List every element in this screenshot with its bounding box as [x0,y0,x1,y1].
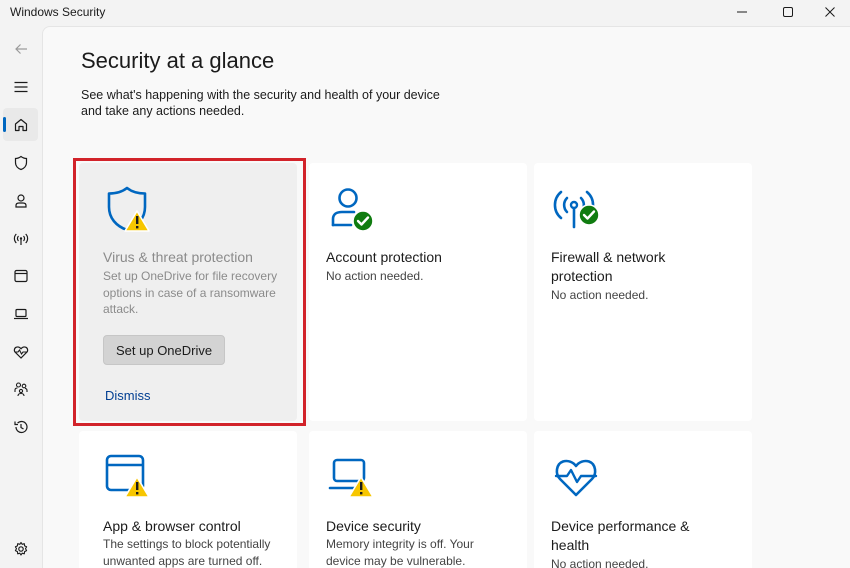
set-up-onedrive-button[interactable]: Set up OneDrive [103,335,226,365]
tile-firewall-network-protection[interactable]: Firewall & network protection No action … [534,163,752,421]
laptop-icon [13,308,28,319]
tile-title: Device security [326,518,421,534]
tile-description: No action needed. [551,288,649,302]
tile-description: No action needed. [551,557,649,568]
back-button[interactable] [3,32,38,65]
nav-account-protection[interactable] [3,184,38,217]
main-content: Security at a glance See what's happenin… [42,26,850,568]
nav-virus-threat-protection[interactable] [3,146,38,179]
minimize-icon [737,11,747,13]
family-icon [13,381,28,396]
browser-warning-icon [105,454,150,498]
navigation-rail [0,26,40,568]
tile-title: Firewall & network protection [551,249,666,284]
minimize-button[interactable] [720,0,764,24]
tile-description: The settings to block potentially unwant… [103,537,271,568]
shield-warning-icon [107,186,150,232]
tile-virus-threat-protection[interactable]: Virus & threat protection Set up OneDriv… [79,163,297,421]
page-description: See what's happening with the security a… [81,88,440,118]
nav-firewall-network[interactable] [3,222,38,255]
tile-device-security[interactable]: Device security Memory integrity is off.… [309,431,527,568]
dismiss-link[interactable]: Dismiss [105,388,151,403]
close-icon [825,7,835,17]
heart-pulse-icon [13,345,28,359]
close-button[interactable] [808,0,850,24]
maximize-icon [783,7,793,17]
gear-icon [14,541,27,556]
maximize-button[interactable] [766,0,810,24]
hamburger-icon [14,81,27,92]
wireless-signal-icon [13,233,28,245]
browser-window-icon [13,269,28,282]
window-title: Windows Security [10,5,106,19]
nav-app-browser-control[interactable] [3,259,38,292]
tile-description: Memory integrity is off. Your device may… [326,537,474,568]
home-icon [14,118,27,131]
menu-button[interactable] [3,70,38,103]
account-check-icon [331,188,374,232]
tile-title: Account protection [326,249,442,265]
title-bar: Windows Security [0,0,850,26]
tile-account-protection[interactable]: Account protection No action needed. [309,163,527,421]
page-title: Security at a glance [81,48,275,73]
nav-device-security[interactable] [3,297,38,330]
laptop-warning-icon [328,458,374,498]
history-icon [13,420,28,433]
back-arrow-icon [14,43,27,54]
nav-protection-history[interactable] [3,410,38,443]
tile-description: No action needed. [326,269,424,283]
tile-title: App & browser control [103,518,241,534]
wireless-check-icon [553,190,600,229]
tile-app-browser-control[interactable]: App & browser control The settings to bl… [79,431,297,568]
nav-device-performance-health[interactable] [3,335,38,368]
nav-settings[interactable] [3,532,38,565]
tile-title: Virus & threat protection [103,249,253,265]
nav-home[interactable] [3,108,38,141]
tile-title: Device performance & health [551,518,690,553]
tile-description: Set up OneDrive for file recovery option… [103,269,278,316]
tile-device-performance-health[interactable]: Device performance & health No action ne… [534,431,752,568]
person-icon [14,193,27,208]
heart-pulse-icon [554,459,598,497]
nav-family-options[interactable] [3,372,38,405]
shield-icon [14,155,27,170]
